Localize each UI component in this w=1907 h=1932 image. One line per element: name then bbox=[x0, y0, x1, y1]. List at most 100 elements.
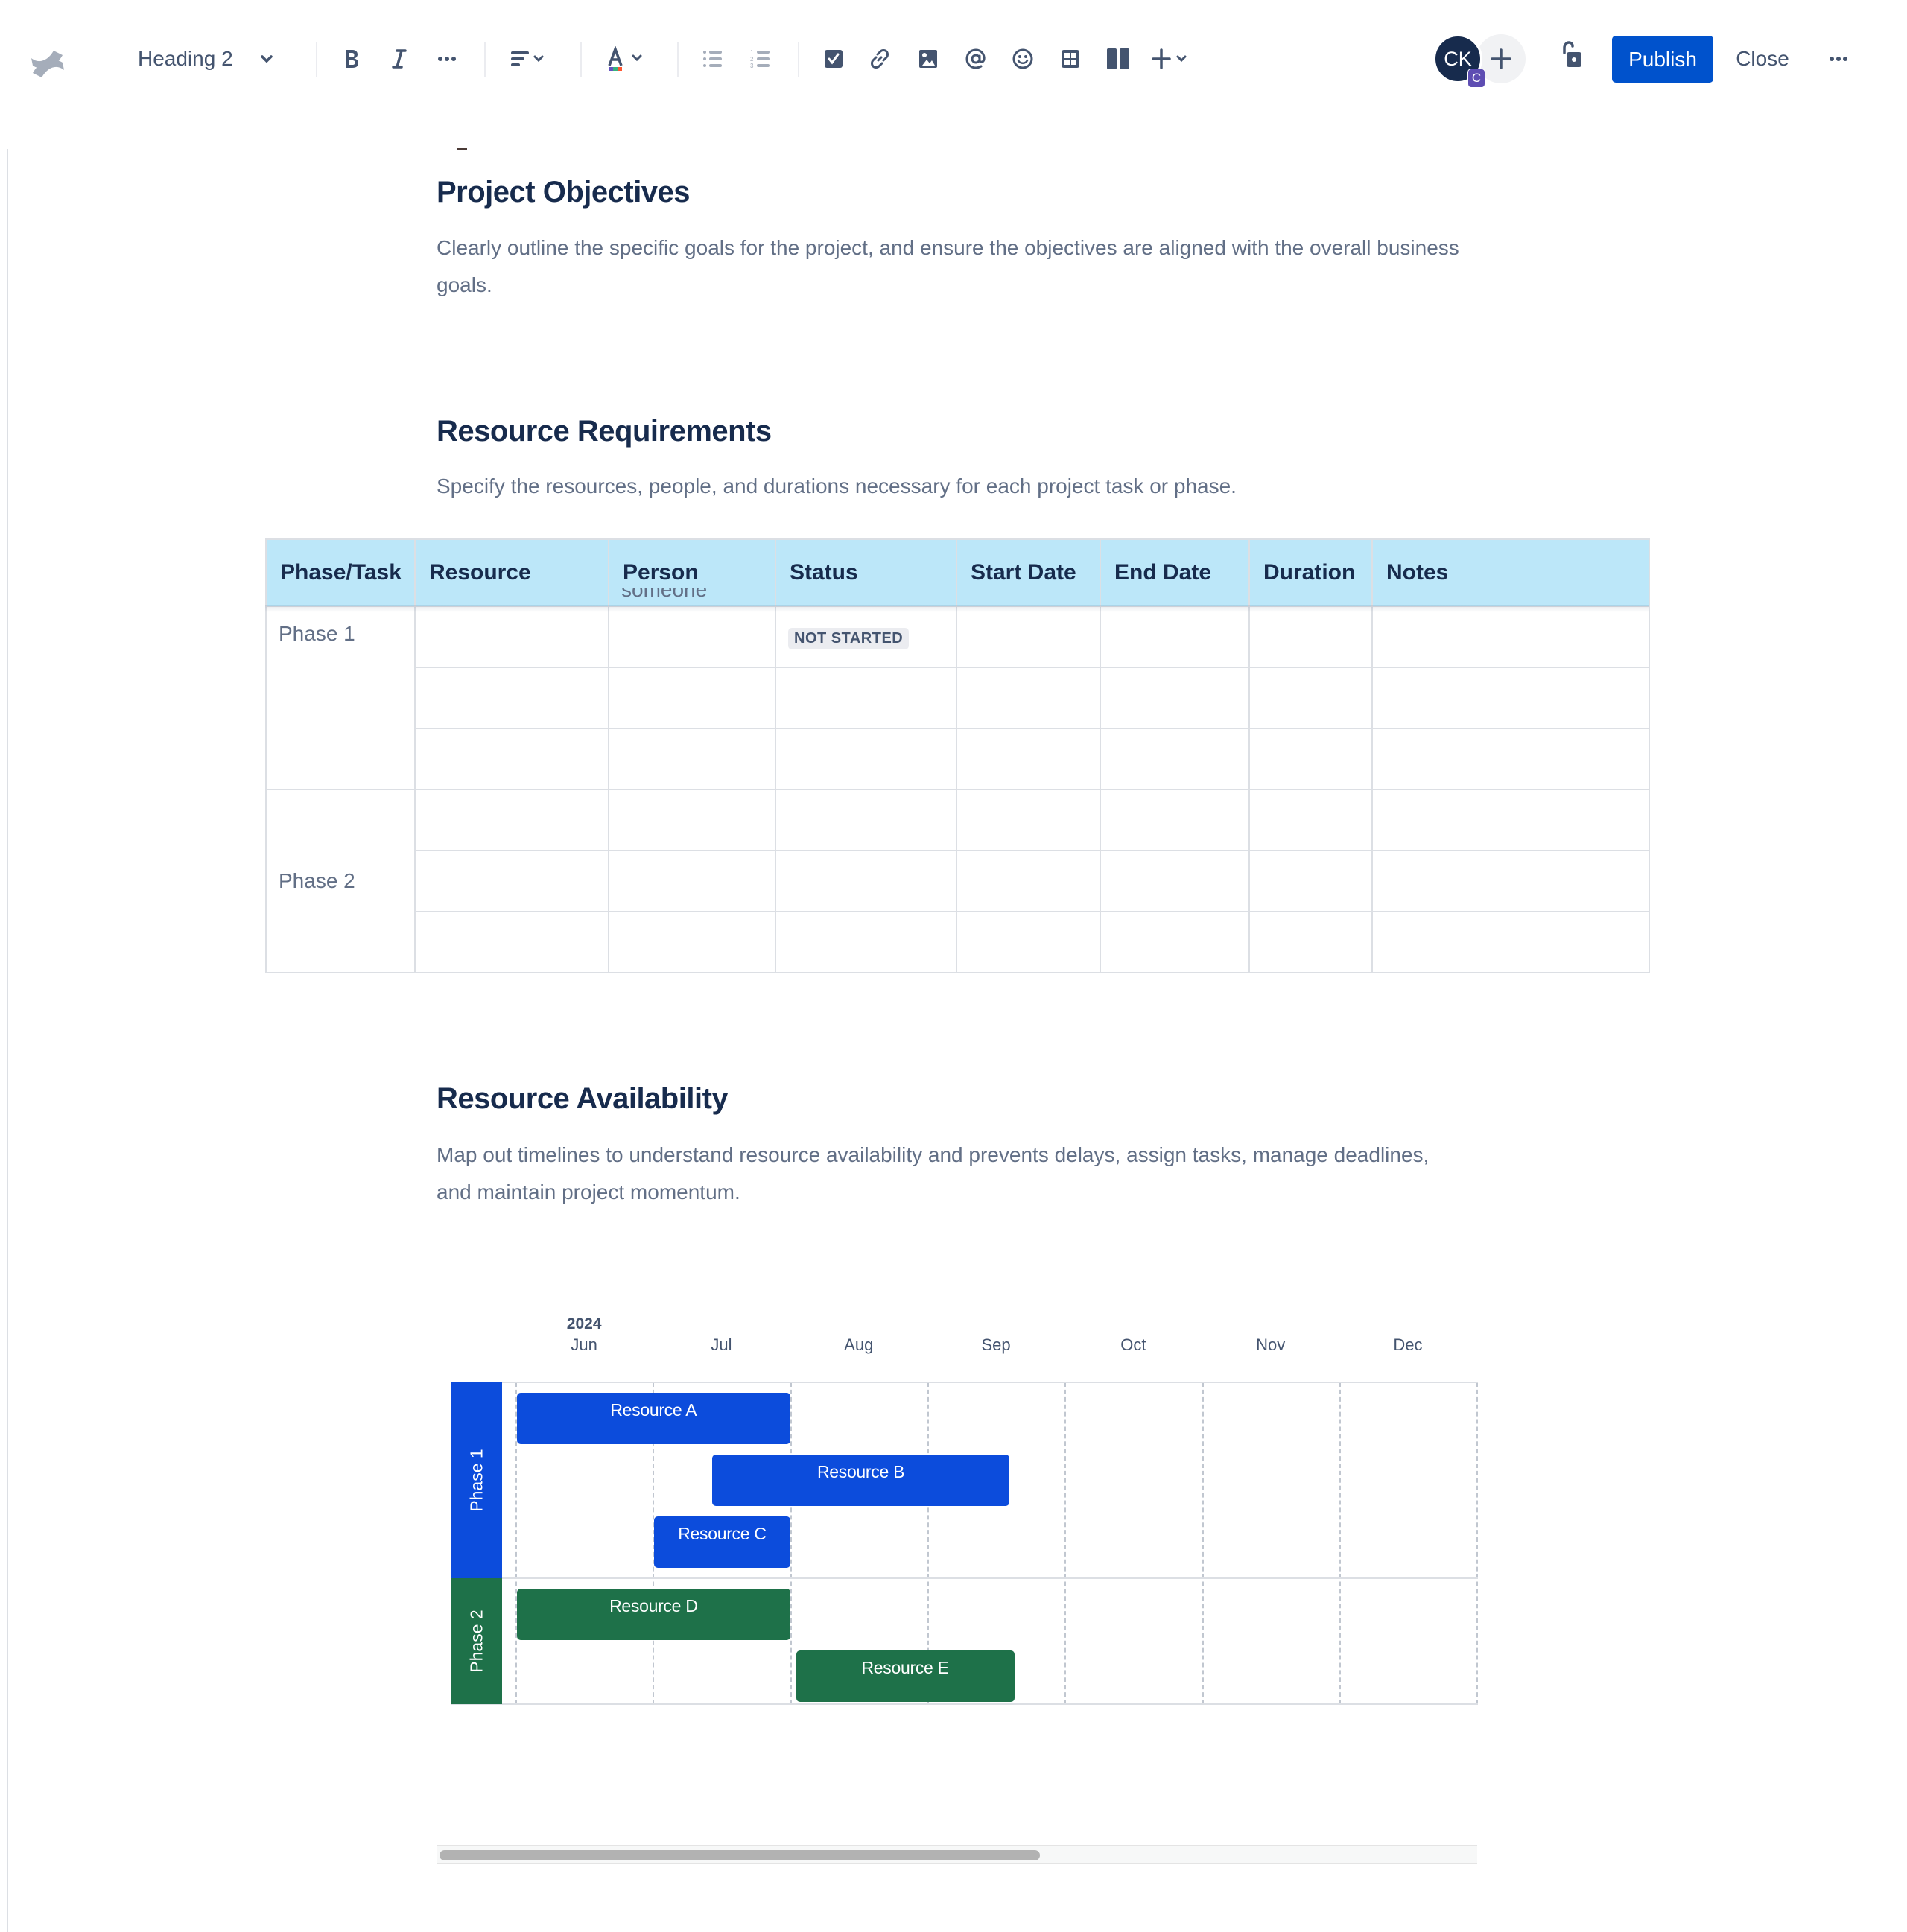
table-row bbox=[266, 911, 1650, 973]
column-header[interactable]: Notes bbox=[1371, 538, 1650, 607]
more-actions-icon[interactable] bbox=[1829, 56, 1848, 62]
timeline-gridline bbox=[1339, 1382, 1341, 1704]
table-row bbox=[266, 850, 1650, 912]
avatar-badge: C bbox=[1467, 69, 1485, 88]
table-cell[interactable] bbox=[414, 728, 609, 790]
table-cell[interactable] bbox=[608, 667, 776, 729]
table-cell[interactable] bbox=[775, 728, 957, 790]
table-cell[interactable] bbox=[608, 728, 776, 790]
timeline-bar[interactable]: Resource B bbox=[711, 1455, 1010, 1506]
column-header[interactable]: Phase/Task bbox=[265, 538, 416, 607]
table-cell[interactable] bbox=[414, 850, 609, 912]
table-cell[interactable] bbox=[1248, 606, 1373, 668]
table-cell[interactable] bbox=[414, 606, 609, 668]
table-cell[interactable] bbox=[414, 911, 609, 973]
timeline-gridline bbox=[790, 1382, 792, 1704]
numbered-list-icon[interactable]: 123 bbox=[750, 49, 771, 69]
checkbox-icon[interactable] bbox=[824, 49, 843, 69]
text-color-icon[interactable] bbox=[606, 46, 648, 72]
emoji-icon[interactable] bbox=[1012, 48, 1034, 70]
timeline-month-label: Dec bbox=[1393, 1335, 1423, 1354]
column-header[interactable]: Start Date bbox=[956, 538, 1101, 607]
table-cell[interactable] bbox=[1371, 728, 1650, 790]
timeline-bar[interactable]: Resource C bbox=[654, 1516, 790, 1568]
confluence-logo-icon[interactable] bbox=[28, 45, 67, 83]
table-cell[interactable] bbox=[414, 667, 609, 729]
insert-plus-icon[interactable] bbox=[1152, 48, 1194, 70]
table-cell[interactable] bbox=[1371, 789, 1650, 851]
table-cell[interactable] bbox=[1371, 850, 1650, 912]
toolbar-divider bbox=[316, 42, 317, 77]
link-icon[interactable] bbox=[869, 48, 891, 70]
table-cell[interactable] bbox=[1248, 911, 1373, 973]
table-cell[interactable] bbox=[1371, 606, 1650, 668]
table-cell[interactable] bbox=[1248, 667, 1373, 729]
table-cell[interactable] bbox=[775, 789, 957, 851]
table-cell[interactable] bbox=[1371, 911, 1650, 973]
table-cell[interactable] bbox=[608, 911, 776, 973]
timeline-row-divider bbox=[451, 1382, 1478, 1383]
image-icon[interactable] bbox=[918, 49, 938, 69]
status-badge[interactable]: NOT STARTED bbox=[788, 628, 910, 649]
table-row bbox=[266, 667, 1650, 729]
table-icon[interactable] bbox=[1061, 49, 1080, 69]
table-cell[interactable] bbox=[608, 789, 776, 851]
section-heading-project-objectives: Project Objectives bbox=[437, 176, 691, 209]
bullet-list-icon[interactable] bbox=[702, 50, 723, 68]
table-cell[interactable] bbox=[775, 911, 957, 973]
table-cell[interactable] bbox=[608, 850, 776, 912]
publish-button[interactable]: Publish bbox=[1612, 36, 1713, 83]
table-row: Phase 1 NOT STARTED bbox=[265, 606, 1650, 790]
phase-cell[interactable]: Phase 2 bbox=[265, 789, 416, 973]
text-style-dropdown[interactable]: Heading 2 bbox=[138, 47, 233, 71]
timeline-group-label[interactable]: Phase 1 bbox=[451, 1382, 502, 1578]
table-cell[interactable] bbox=[1100, 728, 1250, 790]
table-cell[interactable] bbox=[1100, 850, 1250, 912]
table-cell[interactable] bbox=[956, 850, 1101, 912]
timeline-bar[interactable]: Resource E bbox=[796, 1650, 1015, 1702]
column-header[interactable]: Resource bbox=[414, 538, 609, 607]
table-cell[interactable] bbox=[956, 911, 1101, 973]
table-cell[interactable] bbox=[414, 789, 609, 851]
table-cell[interactable] bbox=[1100, 606, 1250, 668]
table-cell[interactable] bbox=[956, 789, 1101, 851]
table-cell[interactable] bbox=[1248, 728, 1373, 790]
bold-icon[interactable] bbox=[342, 48, 361, 70]
table-cell[interactable] bbox=[956, 667, 1101, 729]
timeline-gridline bbox=[1064, 1382, 1067, 1704]
italic-icon[interactable] bbox=[390, 48, 408, 70]
table-cell[interactable] bbox=[1248, 850, 1373, 912]
table-cell[interactable] bbox=[1100, 911, 1250, 973]
table-cell[interactable] bbox=[956, 606, 1101, 668]
unlock-icon[interactable] bbox=[1561, 41, 1583, 69]
person-cell[interactable] bbox=[608, 606, 776, 668]
status-cell[interactable]: NOT STARTED bbox=[775, 606, 957, 668]
timeline-group-label[interactable]: Phase 2 bbox=[451, 1578, 502, 1704]
mention-icon[interactable] bbox=[965, 48, 987, 70]
chevron-down-icon[interactable] bbox=[259, 54, 274, 64]
timeline-horizontal-scrollbar[interactable] bbox=[437, 1845, 1477, 1864]
column-header[interactable]: Status bbox=[775, 538, 957, 607]
scrollbar-thumb[interactable] bbox=[440, 1850, 1040, 1860]
table-header-row: Phase/Task Resource Person Status Start … bbox=[265, 538, 1650, 607]
more-formatting-icon[interactable] bbox=[437, 56, 457, 62]
table-cell[interactable] bbox=[1100, 789, 1250, 851]
table-cell[interactable] bbox=[956, 728, 1101, 790]
timeline-bar[interactable]: Resource A bbox=[517, 1393, 790, 1444]
column-header[interactable]: Duration bbox=[1248, 538, 1373, 607]
timeline-month-label: Jul bbox=[711, 1335, 732, 1354]
column-header[interactable]: End Date bbox=[1100, 538, 1250, 607]
table-cell[interactable] bbox=[775, 667, 957, 729]
table-cell[interactable] bbox=[1100, 667, 1250, 729]
timeline-bar[interactable]: Resource D bbox=[517, 1589, 790, 1640]
table-cell[interactable] bbox=[1248, 789, 1373, 851]
align-left-icon[interactable] bbox=[510, 50, 548, 68]
close-button[interactable]: Close bbox=[1736, 47, 1789, 71]
layout-icon[interactable] bbox=[1106, 48, 1130, 70]
table-cell[interactable] bbox=[1371, 667, 1650, 729]
timeline-month-label: Aug bbox=[844, 1335, 874, 1354]
phase-cell[interactable]: Phase 1 bbox=[265, 606, 416, 790]
timeline-month-label: Oct bbox=[1120, 1335, 1146, 1354]
page-left-border bbox=[7, 149, 8, 1932]
table-cell[interactable] bbox=[775, 850, 957, 912]
